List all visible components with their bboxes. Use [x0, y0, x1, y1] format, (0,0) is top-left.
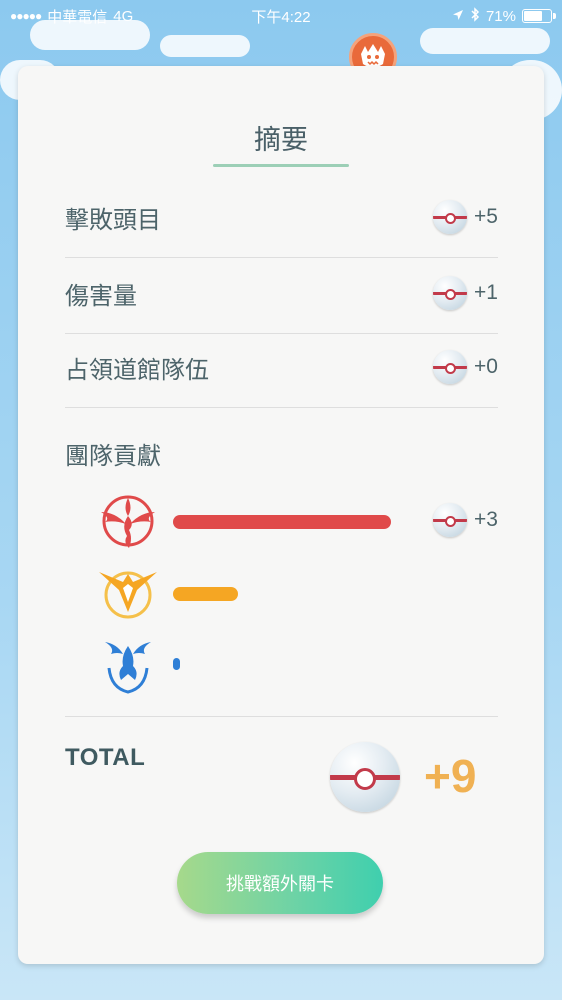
battery-icon — [522, 9, 556, 23]
signal-strength-icon: ●●●●● — [10, 9, 42, 23]
team-row-mystic — [93, 628, 498, 698]
team-contribution-label: 團隊貢獻 — [65, 442, 161, 470]
row-label: 擊敗頭目 — [65, 205, 161, 234]
premier-ball-icon — [433, 276, 468, 310]
contribution-bar — [173, 658, 180, 670]
reward-count: +1 — [474, 281, 498, 304]
row-divider — [65, 716, 498, 717]
reward-count: +5 — [474, 205, 498, 228]
raid-summary-card: 摘要 擊敗頭目 +5 傷害量 +1 占領道館隊伍 +0 團隊貢獻 +3 TOTA… — [18, 66, 544, 964]
bluetooth-icon — [470, 6, 480, 26]
summary-row-gym-control: 占領道館隊伍 +0 — [65, 330, 498, 404]
row-reward: +1 — [433, 276, 498, 310]
total-label: TOTAL — [65, 744, 146, 771]
network-type: 4G — [113, 7, 134, 25]
team-row-valor: +3 — [93, 486, 498, 556]
instinct-team-icon — [93, 558, 163, 628]
title-underline — [213, 164, 349, 167]
summary-row-damage: 傷害量 +1 — [65, 256, 498, 330]
row-label: 傷害量 — [65, 281, 137, 310]
premier-ball-icon — [330, 742, 400, 812]
premier-ball-icon — [433, 200, 468, 234]
mystic-team-icon — [93, 628, 163, 698]
team-reward: +3 — [433, 503, 498, 537]
reward-count: +0 — [474, 355, 498, 378]
team-row-instinct — [93, 558, 498, 628]
challenge-bonus-stage-button[interactable]: 挑戰額外關卡 — [177, 852, 383, 914]
premier-ball-icon — [433, 350, 468, 384]
battery-level-fill — [524, 11, 542, 21]
contribution-bar — [173, 587, 238, 601]
row-divider — [65, 407, 498, 408]
background-cloud — [160, 35, 250, 57]
summary-row-boss-defeated: 擊敗頭目 +5 — [65, 180, 498, 254]
carrier-name: 中華電信 — [47, 8, 108, 26]
battery-percent: 71% — [485, 7, 516, 25]
location-arrow-icon — [452, 8, 464, 25]
reward-count: +3 — [474, 508, 498, 531]
row-reward: +5 — [433, 200, 498, 234]
premier-ball-icon — [433, 503, 468, 537]
valor-team-icon — [93, 486, 163, 556]
summary-title: 摘要 — [254, 125, 308, 156]
row-label: 占領道館隊伍 — [65, 355, 209, 384]
status-bar: ●●●●● 中華電信 4G 下午4:22 71% — [0, 0, 562, 32]
row-reward: +0 — [433, 350, 498, 384]
contribution-bar — [173, 515, 391, 529]
total-value: +9 — [424, 750, 477, 802]
